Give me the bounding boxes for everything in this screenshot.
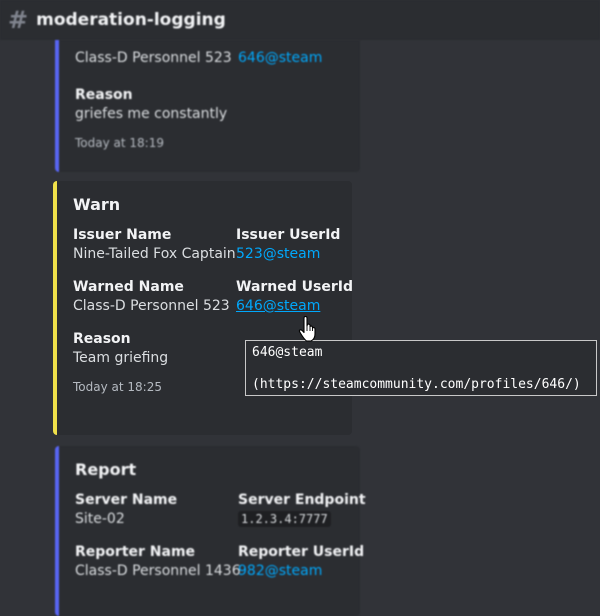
prev-timestamp: Today at 18:19 [75, 136, 164, 150]
warn-reason-value: Team griefing [73, 350, 169, 366]
issuer-name-field: Issuer Name Nine-Tailed Fox Captain [73, 226, 236, 264]
channel-hash-icon: # [8, 6, 29, 34]
warn-reason-label: Reason [73, 331, 131, 347]
server-endpoint-label: Server Endpoint [238, 492, 366, 508]
issuer-userid-label: Issuer UserId [236, 227, 341, 243]
server-name-label: Server Name [75, 492, 178, 508]
issuer-userid-link[interactable]: 523@steam [236, 244, 366, 264]
warn-reason-field: Reason Team griefing [73, 330, 236, 368]
report-embed-title: Report [75, 460, 137, 479]
prev-reason-value: griefes me constantly [75, 106, 228, 122]
prev-userid-link[interactable]: 646@steam [238, 48, 368, 68]
warned-name-label: Warned Name [73, 279, 184, 295]
hand-pointer-cursor-icon [298, 316, 316, 342]
warn-embed: Warn Issuer Name Nine-Tailed Fox Captain… [53, 181, 353, 435]
server-name-value: Site-02 [75, 511, 125, 527]
warned-userid-label: Warned UserId [236, 279, 353, 295]
report-embed: Report Server Name Site-02 Server Endpoi… [55, 446, 366, 616]
channel-header: # moderation-logging [0, 0, 600, 40]
server-endpoint-value: 1.2.3.4:7777 [238, 511, 331, 527]
tooltip-link-text: 646@steam [252, 345, 323, 360]
reporter-name-label: Reporter Name [75, 544, 196, 560]
reporter-userid-label: Reporter UserId [238, 544, 365, 560]
prev-name-value: Class-D Personnel 523 [75, 50, 232, 66]
tooltip-link-url: (https://steamcommunity.com/profiles/646… [252, 377, 581, 392]
prev-reason-label: Reason [75, 87, 133, 103]
issuer-name-value: Nine-Tailed Fox Captain [73, 246, 236, 262]
server-endpoint-field: Server Endpoint 1.2.3.4:7777 [238, 491, 368, 529]
previous-log-embed: Class-D Personnel 523 646@steam Reason g… [55, 40, 360, 172]
reporter-userid-link[interactable]: 982@steam [238, 561, 368, 581]
warned-name-field: Warned Name Class-D Personnel 523 [73, 278, 236, 316]
warned-userid-link[interactable]: 646@steam [236, 296, 366, 316]
reporter-userid-field: Reporter UserId 982@steam [238, 543, 368, 581]
reporter-name-field: Reporter Name Class-D Personnel 1436 [75, 543, 241, 581]
reporter-name-value: Class-D Personnel 1436 [75, 563, 241, 579]
warned-name-value: Class-D Personnel 523 [73, 298, 230, 314]
issuer-userid-field: Issuer UserId 523@steam [236, 226, 366, 264]
channel-name: moderation-logging [36, 10, 226, 30]
issuer-name-label: Issuer Name [73, 227, 172, 243]
warn-embed-title: Warn [73, 195, 121, 214]
warned-userid-field: Warned UserId 646@steam [236, 278, 366, 316]
server-name-field: Server Name Site-02 [75, 491, 238, 529]
link-tooltip: 646@steam (https://steamcommunity.com/pr… [245, 340, 597, 396]
